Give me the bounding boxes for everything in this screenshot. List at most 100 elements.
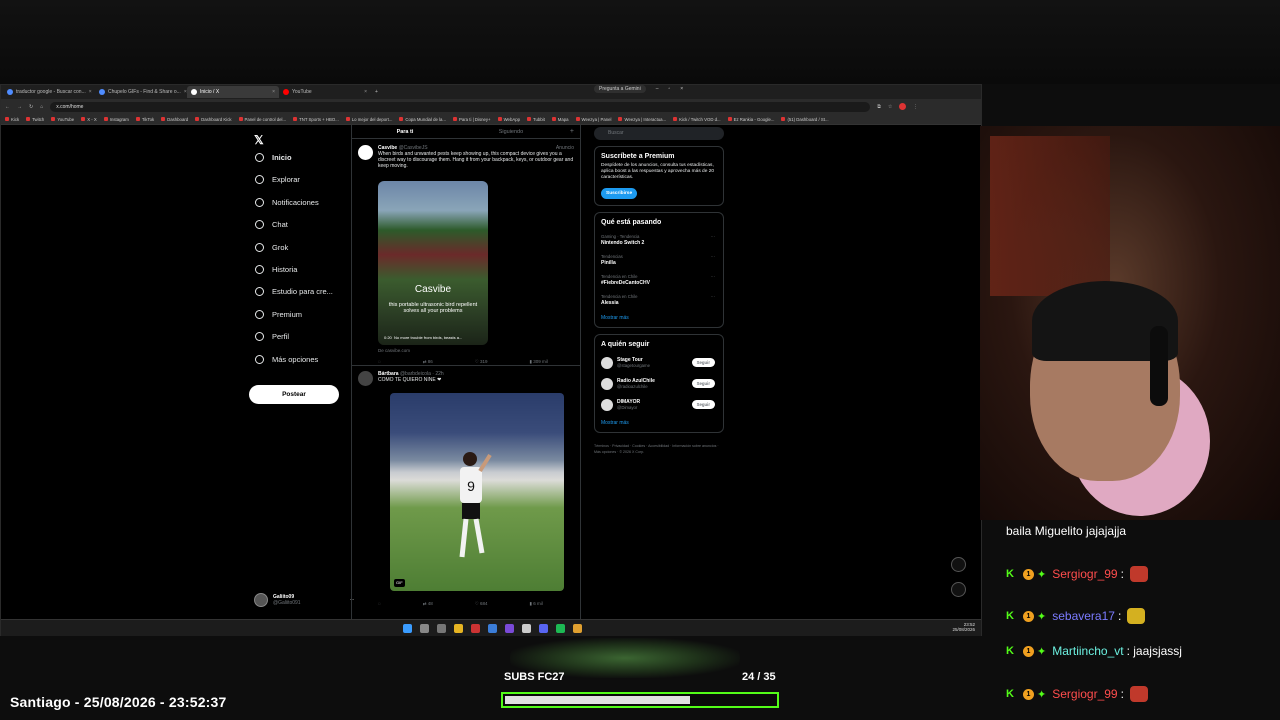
tweet-gif[interactable]: Bártbara @barbdeicola · 22h COMO TE QUIE… <box>358 371 574 615</box>
nav-item-studio[interactable]: Estudio para cre... <box>255 287 333 297</box>
bookmark-item[interactable]: WebApp <box>498 117 520 122</box>
bookmark-item[interactable]: Mapa <box>552 117 569 122</box>
close-icon[interactable]: × <box>89 89 92 95</box>
more-icon[interactable]: ··· <box>711 294 715 299</box>
bookmark-item[interactable]: Ez Rankia - Google... <box>728 117 775 122</box>
maximize-icon[interactable]: ▫ <box>668 86 670 92</box>
more-icon[interactable]: ··· <box>711 274 715 279</box>
bookmark-item[interactable]: (51) Dashboard / St... <box>781 117 828 122</box>
show-more-link[interactable]: Mostrar más <box>601 420 717 426</box>
nav-item-chat[interactable]: Chat <box>255 220 288 230</box>
close-window-icon[interactable]: × <box>680 86 683 92</box>
video-controls[interactable]: 0:20 No more trouble from birds, beasts … <box>384 335 462 341</box>
bookmark-item[interactable]: Panel de control del... <box>239 117 287 122</box>
x-logo[interactable]: 𝕏 <box>254 133 264 147</box>
forward-icon[interactable]: → <box>17 104 22 110</box>
nav-item-notifications[interactable]: Notificaciones <box>255 197 319 207</box>
grok-icon[interactable] <box>951 557 966 572</box>
app-icon[interactable] <box>488 624 497 633</box>
follow-button[interactable]: Seguir <box>691 379 715 388</box>
bookmark-item[interactable]: Lo mejor del deport... <box>346 117 393 122</box>
tab-siguiendo[interactable]: Siguiendo <box>458 125 564 138</box>
show-more-link[interactable]: Mostrar más <box>601 315 717 321</box>
tab-youtube[interactable]: YouTube × <box>279 86 371 98</box>
gemini-button[interactable]: Pregunta a Gemini <box>594 85 646 93</box>
chat-username[interactable]: Martiincho_vt <box>1052 644 1123 658</box>
bookmark-item[interactable]: Kick / Twitch VOD d... <box>673 117 720 122</box>
tab-gifs[interactable]: Chupelo GIFs - Find & Share o... × <box>95 86 187 98</box>
spotify-icon[interactable] <box>556 624 565 633</box>
post-button[interactable]: Postear <box>249 385 339 404</box>
profile-avatar[interactable] <box>899 103 907 110</box>
chat-username[interactable]: Sergiogr_99 <box>1052 687 1117 701</box>
url-field[interactable]: x.com/home <box>50 101 871 112</box>
back-icon[interactable]: ← <box>5 104 10 110</box>
bookmark-item[interactable]: Dashboard <box>161 117 188 122</box>
bookmark-item[interactable]: Tubbit <box>527 117 545 122</box>
follow-suggestion[interactable]: Radio AzulChile @radioazulchile Seguir <box>601 378 717 390</box>
nav-item-more-options[interactable]: Más opciones <box>255 354 318 364</box>
views-icon[interactable]: ▮ 6 mil <box>530 601 543 607</box>
nav-item-home[interactable]: Inicio <box>255 153 292 162</box>
bookmark-item[interactable]: TNT Sports + HBO... <box>293 117 339 122</box>
tweet-gif-media[interactable]: 9 GIF <box>390 393 564 591</box>
account-switcher[interactable]: Galiito09 @Galiito091 ··· <box>254 593 355 607</box>
bookmark-item[interactable]: Twitch <box>26 117 44 122</box>
nav-item-grok[interactable]: Grok <box>255 242 288 252</box>
ad-source[interactable]: De casvibe.com <box>378 348 410 354</box>
new-tab-button[interactable]: + <box>375 89 378 95</box>
trend-item[interactable]: Tendencia en Chile Alessia ··· <box>601 294 717 306</box>
more-icon[interactable]: ··· <box>711 254 715 259</box>
home-icon[interactable]: ⌂ <box>40 104 43 110</box>
follow-suggestion[interactable]: DIMAYOR @Dimayor Seguir <box>601 399 717 411</box>
tab-google[interactable]: traductor google - Buscar con... × <box>3 86 95 98</box>
bookmark-item[interactable]: YouTube <box>51 117 74 122</box>
search-icon[interactable] <box>420 624 429 633</box>
close-icon[interactable]: × <box>364 89 367 95</box>
tweet-video[interactable]: Casvibe this portable ultrasonic bird re… <box>378 181 488 345</box>
retweet-icon[interactable]: ⇄ 48 <box>423 601 433 607</box>
extensions-icon[interactable]: ⧉ <box>877 104 881 110</box>
follow-button[interactable]: Seguir <box>691 358 715 367</box>
chat-username[interactable]: sebavera17 <box>1052 609 1115 623</box>
menu-icon[interactable]: ⋮ <box>913 104 918 110</box>
search-input[interactable]: Buscar <box>594 127 724 140</box>
minimize-icon[interactable]: – <box>656 86 659 92</box>
bookmark-item[interactable]: Dashboard Kick <box>195 117 231 122</box>
bookmark-item[interactable]: Instagram <box>104 117 129 122</box>
like-icon[interactable]: ♡ 684 <box>475 601 488 607</box>
folder-icon[interactable] <box>454 624 463 633</box>
bookmark-item[interactable]: TikTok <box>136 117 154 122</box>
follow-suggestion[interactable]: Stage Tour @stagetourgame Seguir <box>601 357 717 369</box>
chrome-icon[interactable] <box>573 624 582 633</box>
bookmark-star-icon[interactable]: ☆ <box>888 104 892 110</box>
settings-icon[interactable] <box>437 624 446 633</box>
reply-icon[interactable]: ◌ <box>378 601 381 607</box>
bookmark-item[interactable]: Weezya | Panel <box>576 117 612 122</box>
nav-item-explore[interactable]: Explorar <box>255 175 300 185</box>
nav-item-premium[interactable]: Premium <box>255 309 302 319</box>
start-icon[interactable] <box>403 624 412 633</box>
bookmark-item[interactable]: Para ti | Disney+ <box>453 117 491 122</box>
reload-icon[interactable]: ↻ <box>29 104 33 110</box>
follow-button[interactable]: Seguir <box>691 400 715 409</box>
messages-icon[interactable] <box>951 582 966 597</box>
tweet-ad[interactable]: Casvibe @CasvibeJS Anuncio When birds an… <box>358 145 574 365</box>
app-icon[interactable] <box>522 624 531 633</box>
nav-item-profile[interactable]: Perfil <box>255 332 289 342</box>
bookmark-item[interactable]: Weezya | Interactua... <box>618 117 666 122</box>
footer-links[interactable]: Términos · Privacidad · Cookies · Accesi… <box>594 443 724 455</box>
subscribe-button[interactable]: Suscribirse <box>601 188 638 199</box>
tab-x-home[interactable]: Inicio / X × <box>187 86 279 98</box>
trend-item[interactable]: Tendencia en Chile #FiebreDeCantoCHV ··· <box>601 274 717 286</box>
tab-para-ti[interactable]: Para ti <box>352 125 458 138</box>
add-icon[interactable]: + <box>564 125 580 138</box>
app-icon[interactable] <box>505 624 514 633</box>
bookmark-item[interactable]: X - X <box>81 117 97 122</box>
more-icon[interactable]: ··· <box>711 234 715 239</box>
chat-username[interactable]: Sergiogr_99 <box>1052 567 1117 581</box>
bookmark-item[interactable]: Kick <box>5 117 19 122</box>
bookmark-item[interactable]: Copa Mundial de la... <box>399 117 446 122</box>
discord-icon[interactable] <box>539 624 548 633</box>
close-icon[interactable]: × <box>272 89 275 95</box>
